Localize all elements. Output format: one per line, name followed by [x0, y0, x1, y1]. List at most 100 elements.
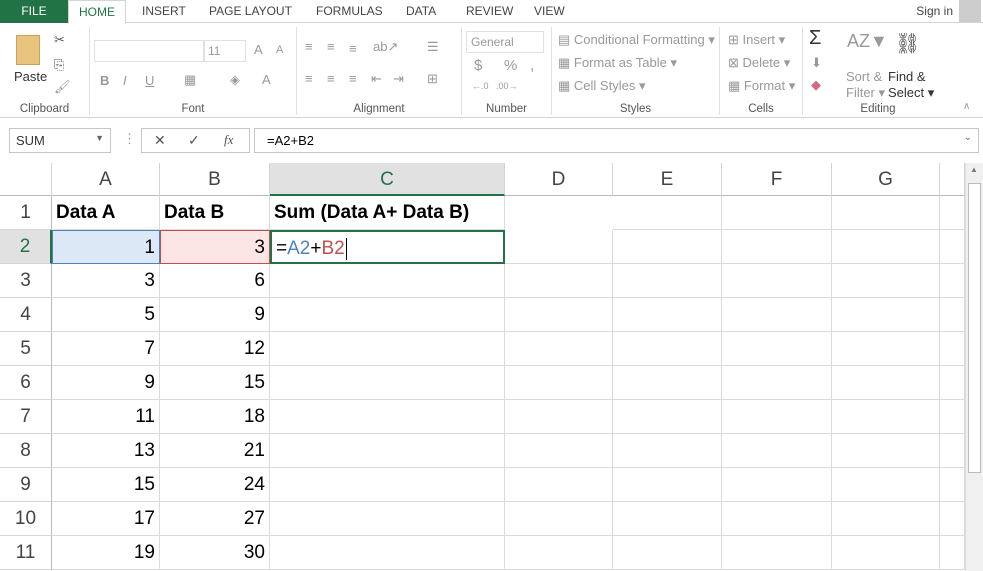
cell[interactable]: [832, 332, 940, 366]
cell-styles-button[interactable]: ▦ Cell Styles ▾: [558, 78, 645, 94]
cell[interactable]: [270, 502, 505, 536]
cell[interactable]: [940, 230, 965, 264]
scrollbar-thumb[interactable]: [968, 183, 981, 473]
row-header-10[interactable]: 10: [0, 502, 52, 536]
expand-formula-icon[interactable]: ⌄: [964, 132, 972, 143]
grow-font-icon[interactable]: A: [254, 42, 263, 57]
cell[interactable]: [613, 400, 722, 434]
column-header-A[interactable]: A: [52, 163, 160, 196]
cell[interactable]: [505, 400, 613, 434]
cell[interactable]: [940, 536, 965, 570]
header-cell[interactable]: Sum (Data A+ Data B): [270, 196, 505, 230]
cell[interactable]: [940, 298, 965, 332]
cell[interactable]: [722, 366, 832, 400]
cell[interactable]: [940, 434, 965, 468]
cancel-icon[interactable]: ✕: [154, 132, 166, 149]
column-header-F[interactable]: F: [722, 163, 832, 196]
clear-icon[interactable]: ◆: [811, 77, 821, 93]
cell[interactable]: [613, 298, 722, 332]
cell[interactable]: [940, 264, 965, 298]
cell[interactable]: [270, 434, 505, 468]
cell[interactable]: [270, 400, 505, 434]
vertical-scrollbar[interactable]: ▲: [965, 163, 983, 571]
cell[interactable]: [832, 502, 940, 536]
data-b-cell[interactable]: 9: [160, 298, 270, 332]
data-a-cell[interactable]: 17: [52, 502, 160, 536]
data-b-cell[interactable]: 12: [160, 332, 270, 366]
data-b-cell[interactable]: 6: [160, 264, 270, 298]
data-a-cell[interactable]: 5: [52, 298, 160, 332]
data-b-cell[interactable]: 18: [160, 400, 270, 434]
drag-handle-icon[interactable]: ⋮: [123, 131, 136, 147]
number-format-box[interactable]: General: [466, 31, 544, 53]
cell[interactable]: [505, 502, 613, 536]
tab-file[interactable]: FILE: [0, 0, 68, 23]
data-a-cell[interactable]: 13: [52, 434, 160, 468]
data-a-cell[interactable]: 9: [52, 366, 160, 400]
cell[interactable]: [613, 502, 722, 536]
bold-button[interactable]: B: [100, 73, 109, 88]
cell[interactable]: [505, 230, 613, 264]
cell[interactable]: [832, 230, 940, 264]
cell[interactable]: [613, 536, 722, 570]
data-b-cell[interactable]: 3: [160, 230, 270, 264]
format-painter-icon[interactable]: 🖌: [54, 79, 71, 95]
cut-icon[interactable]: ✂: [54, 32, 65, 48]
orientation-icon[interactable]: ab↗: [373, 39, 398, 55]
row-header-2[interactable]: 2: [0, 230, 52, 264]
paste-icon[interactable]: [16, 35, 40, 65]
cell[interactable]: [832, 434, 940, 468]
borders-icon[interactable]: ▦: [184, 72, 196, 88]
tab-data[interactable]: DATA: [396, 0, 446, 23]
percent-button[interactable]: %: [504, 57, 517, 74]
cell[interactable]: [832, 468, 940, 502]
cell[interactable]: [722, 502, 832, 536]
underline-button[interactable]: U: [145, 73, 154, 88]
format-as-table-button[interactable]: ▦ Format as Table ▾: [558, 55, 677, 71]
tab-home[interactable]: HOME: [68, 0, 126, 24]
decrease-indent-icon[interactable]: ⇤: [371, 71, 382, 87]
cell[interactable]: [722, 536, 832, 570]
data-b-cell[interactable]: 27: [160, 502, 270, 536]
row-header-11[interactable]: 11: [0, 536, 52, 570]
find-select-button[interactable]: Find & Select ▾: [888, 69, 934, 101]
row-header-6[interactable]: 6: [0, 366, 52, 400]
font-name-box[interactable]: [94, 40, 204, 62]
collapse-ribbon-icon[interactable]: ∧: [963, 101, 970, 112]
cell[interactable]: [613, 366, 722, 400]
copy-icon[interactable]: ⎘: [54, 57, 64, 73]
data-a-cell[interactable]: 15: [52, 468, 160, 502]
avatar-icon[interactable]: [959, 0, 981, 22]
row-header-3[interactable]: 3: [0, 264, 52, 298]
font-size-box[interactable]: 11: [204, 40, 246, 62]
cell[interactable]: [722, 230, 832, 264]
cell[interactable]: [722, 264, 832, 298]
row-header-4[interactable]: 4: [0, 298, 52, 332]
cell[interactable]: [270, 366, 505, 400]
tab-formulas[interactable]: FORMULAS: [306, 0, 393, 23]
align-bottom-icon[interactable]: ≡: [349, 41, 357, 56]
data-b-cell[interactable]: 24: [160, 468, 270, 502]
cell[interactable]: [722, 332, 832, 366]
row-header-8[interactable]: 8: [0, 434, 52, 468]
cell[interactable]: [722, 468, 832, 502]
font-color-icon[interactable]: A: [262, 72, 271, 87]
cell[interactable]: [505, 536, 613, 570]
row-header-7[interactable]: 7: [0, 400, 52, 434]
comma-button[interactable]: ,: [530, 57, 534, 74]
cell[interactable]: [505, 264, 613, 298]
conditional-formatting-button[interactable]: ▤ Conditional Formatting ▾: [558, 32, 715, 48]
cell[interactable]: [613, 434, 722, 468]
cell[interactable]: [505, 366, 613, 400]
delete-cells-button[interactable]: ⊠ Delete ▾: [728, 55, 790, 71]
cell[interactable]: [832, 366, 940, 400]
cell[interactable]: [722, 400, 832, 434]
formula-input[interactable]: =A2+B2 ⌄: [254, 128, 979, 153]
cell[interactable]: [505, 468, 613, 502]
name-box[interactable]: SUM ▼: [9, 128, 111, 153]
data-a-cell[interactable]: 1: [52, 230, 160, 264]
cell[interactable]: [270, 298, 505, 332]
cell[interactable]: [832, 264, 940, 298]
italic-button[interactable]: I: [123, 73, 127, 88]
scroll-up-icon[interactable]: ▲: [970, 165, 978, 174]
